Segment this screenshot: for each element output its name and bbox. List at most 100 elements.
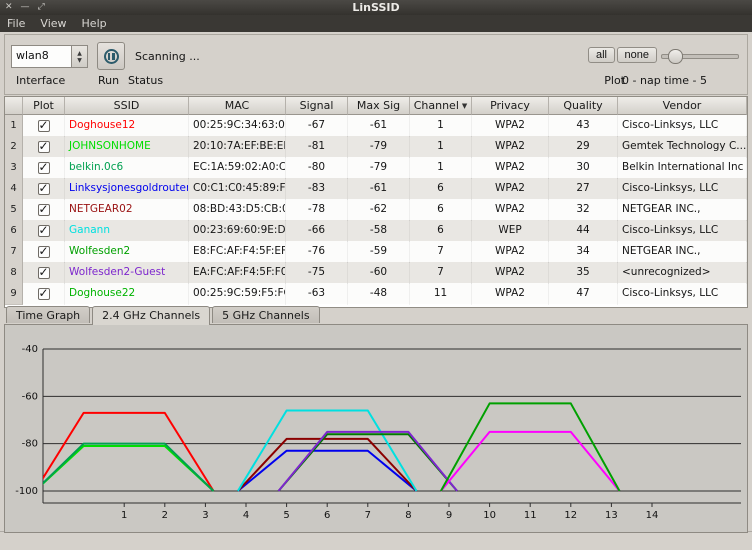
row-number[interactable]: 1 bbox=[5, 115, 23, 137]
signal-cell: -83 bbox=[286, 178, 348, 200]
table-row[interactable]: 4LinksysjonesgoldrouterC0:C1:C0:45:89:F8… bbox=[5, 178, 747, 199]
toolbar: wlan8 ▲ ▼ Scanning ... Interface Run Sta… bbox=[4, 34, 748, 95]
row-number[interactable]: 2 bbox=[5, 136, 23, 158]
row-number[interactable]: 7 bbox=[5, 241, 23, 263]
column-header-channel[interactable]: Channel▼ bbox=[410, 97, 472, 115]
quality-cell: 35 bbox=[549, 262, 618, 284]
x-tick-label: 2 bbox=[162, 510, 168, 521]
plot-checkbox[interactable] bbox=[38, 183, 50, 195]
row-number[interactable]: 4 bbox=[5, 178, 23, 200]
plot-checkbox[interactable] bbox=[38, 288, 50, 300]
channel-cell: 7 bbox=[410, 262, 472, 284]
x-tick-label: 9 bbox=[446, 510, 452, 521]
menu-file[interactable]: File bbox=[7, 15, 25, 32]
column-header-mac[interactable]: MAC bbox=[189, 97, 286, 115]
signal-cell: -75 bbox=[286, 262, 348, 284]
column-header-plot[interactable]: Plot bbox=[23, 97, 65, 115]
vendor-cell: Cisco-Linksys, LLC bbox=[618, 283, 747, 305]
titlebar[interactable]: ✕ — ⤢ LinSSID bbox=[0, 0, 752, 15]
column-header-quality[interactable]: Quality bbox=[549, 97, 618, 115]
x-tick-label: 13 bbox=[605, 510, 618, 521]
nap-time-label: 0 - nap time - 5 bbox=[622, 74, 707, 87]
ssid-cell: belkin.0c6 bbox=[65, 157, 189, 179]
x-tick-label: 4 bbox=[243, 510, 249, 521]
mac-cell: E8:FC:AF:F4:5F:EF bbox=[189, 241, 286, 263]
row-number[interactable]: 5 bbox=[5, 199, 23, 221]
privacy-cell: WPA2 bbox=[472, 115, 549, 137]
curve-wolfesden2 bbox=[278, 434, 457, 491]
tab-2-4-ghz-channels[interactable]: 2.4 GHz Channels bbox=[92, 306, 210, 325]
column-header-privacy[interactable]: Privacy bbox=[472, 97, 549, 115]
table-row[interactable]: 5NETGEAR0208:BD:43:D5:CB:03-78-626WPA232… bbox=[5, 199, 747, 220]
table-row[interactable]: 3belkin.0c6EC:1A:59:02:A0:C6-80-791WPA23… bbox=[5, 157, 747, 178]
table-row[interactable]: 1Doghouse1200:25:9C:34:63:06-67-611WPA24… bbox=[5, 115, 747, 136]
slider-handle[interactable] bbox=[668, 49, 683, 64]
vendor-cell: NETGEAR INC., bbox=[618, 241, 747, 263]
column-header-signal[interactable]: Signal bbox=[286, 97, 348, 115]
status-label: Status bbox=[128, 74, 163, 87]
ssid-cell: Wolfesden2 bbox=[65, 241, 189, 263]
curve-linksysjonesgoldrouter bbox=[238, 451, 417, 491]
column-header-ssid[interactable]: SSID bbox=[65, 97, 189, 115]
plot-cell bbox=[23, 241, 65, 263]
curve-wolfesden2-guest bbox=[278, 432, 457, 491]
row-number[interactable]: 9 bbox=[5, 283, 23, 305]
nap-time-slider[interactable] bbox=[661, 48, 739, 64]
plot-all-button[interactable]: all bbox=[588, 47, 615, 63]
row-number[interactable]: 6 bbox=[5, 220, 23, 242]
interface-spinner[interactable]: ▲ ▼ bbox=[71, 46, 87, 67]
interface-value: wlan8 bbox=[12, 46, 71, 67]
run-button[interactable] bbox=[97, 42, 125, 70]
tab-time-graph[interactable]: Time Graph bbox=[6, 306, 90, 323]
column-header-vendor[interactable]: Vendor bbox=[618, 97, 747, 115]
network-table: PlotSSIDMACSignalMax SigChannel▼PrivacyQ… bbox=[4, 96, 748, 308]
curve-doghouse22 bbox=[441, 403, 620, 491]
x-tick-label: 11 bbox=[524, 510, 537, 521]
row-number[interactable]: 3 bbox=[5, 157, 23, 179]
ssid-cell: NETGEAR02 bbox=[65, 199, 189, 221]
table-row[interactable]: 6Ganann00:23:69:60:9E:DB-66-586WEP44Cisc… bbox=[5, 220, 747, 241]
plot-checkbox[interactable] bbox=[38, 141, 50, 153]
x-tick-label: 6 bbox=[324, 510, 330, 521]
window-title: LinSSID bbox=[0, 0, 752, 15]
table-row[interactable]: 7Wolfesden2E8:FC:AF:F4:5F:EF-76-597WPA23… bbox=[5, 241, 747, 262]
channel-graph: -40-60-80-1001234567891011121314 bbox=[5, 325, 747, 530]
menu-help[interactable]: Help bbox=[82, 15, 107, 32]
max-sig-cell: -61 bbox=[348, 178, 410, 200]
x-tick-label: 8 bbox=[405, 510, 411, 521]
spin-down-icon[interactable]: ▼ bbox=[77, 57, 82, 64]
table-row[interactable]: 9Doghouse2200:25:9C:59:F5:FC-63-4811WPA2… bbox=[5, 283, 747, 304]
vendor-cell: Gemtek Technology C... bbox=[618, 136, 747, 158]
privacy-cell: WPA2 bbox=[472, 262, 549, 284]
plot-checkbox[interactable] bbox=[38, 225, 50, 237]
status-bar bbox=[0, 531, 752, 550]
tab-5-ghz-channels[interactable]: 5 GHz Channels bbox=[212, 306, 319, 323]
quality-cell: 29 bbox=[549, 136, 618, 158]
plot-checkbox[interactable] bbox=[38, 267, 50, 279]
privacy-cell: WPA2 bbox=[472, 136, 549, 158]
table-row[interactable]: 2JOHNSONHOME20:10:7A:EF:BE:EF-81-791WPA2… bbox=[5, 136, 747, 157]
row-number[interactable]: 8 bbox=[5, 262, 23, 284]
column-header-max-sig[interactable]: Max Sig bbox=[348, 97, 410, 115]
curve-unknown bbox=[441, 432, 620, 491]
max-sig-cell: -79 bbox=[348, 136, 410, 158]
pause-icon bbox=[104, 49, 119, 64]
ssid-cell: Linksysjonesgoldrouter bbox=[65, 178, 189, 200]
ssid-cell: Doghouse22 bbox=[65, 283, 189, 305]
y-tick-label: -100 bbox=[15, 486, 38, 497]
quality-cell: 43 bbox=[549, 115, 618, 137]
table-row[interactable]: 8Wolfesden2-GuestEA:FC:AF:F4:5F:F0-75-60… bbox=[5, 262, 747, 283]
spin-up-icon[interactable]: ▲ bbox=[77, 50, 82, 57]
plot-checkbox[interactable] bbox=[38, 204, 50, 216]
ssid-cell: Doghouse12 bbox=[65, 115, 189, 137]
table-header-row: PlotSSIDMACSignalMax SigChannel▼PrivacyQ… bbox=[5, 97, 747, 115]
plot-checkbox[interactable] bbox=[38, 120, 50, 132]
channel-cell: 6 bbox=[410, 199, 472, 221]
max-sig-cell: -48 bbox=[348, 283, 410, 305]
plot-checkbox[interactable] bbox=[38, 162, 50, 174]
interface-select[interactable]: wlan8 ▲ ▼ bbox=[11, 45, 88, 68]
plot-none-button[interactable]: none bbox=[617, 47, 657, 63]
menu-view[interactable]: View bbox=[40, 15, 66, 32]
plot-checkbox[interactable] bbox=[38, 246, 50, 258]
vendor-cell: NETGEAR INC., bbox=[618, 199, 747, 221]
